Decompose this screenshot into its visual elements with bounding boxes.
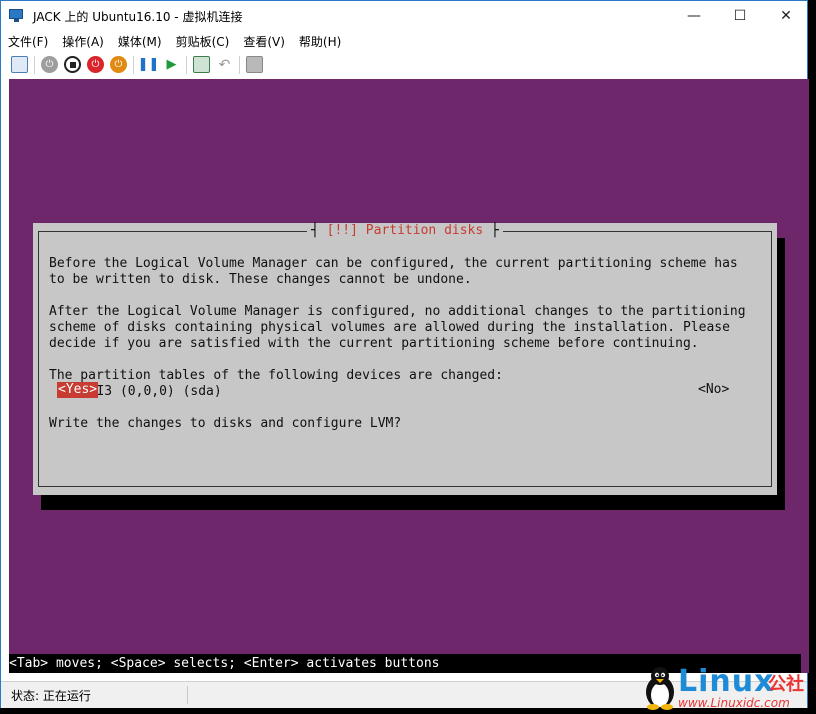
shutdown-icon[interactable]: ⏻ (87, 56, 104, 73)
vm-connection-icon (9, 8, 25, 24)
menu-view[interactable]: 查看(V) (236, 33, 292, 50)
body-text: scheme of disks containing physical volu… (49, 320, 730, 335)
reset-icon[interactable]: ▶ (163, 56, 180, 73)
body-text: decide if you are satisfied with the cur… (49, 336, 699, 351)
body-text: After the Logical Volume Manager is conf… (49, 304, 746, 319)
body-text: to be written to disk. These changes can… (49, 272, 472, 287)
window-title: JACK 上的 Ubuntu16.10 - 虚拟机连接 (33, 9, 243, 24)
penguin-icon (646, 667, 674, 710)
save-icon[interactable]: ⏻ (110, 56, 127, 73)
watermark-logo: Linux 公社 www.Linuxidc.com (642, 664, 814, 712)
menu-bar: 文件(F) 操作(A) 媒体(M) 剪贴板(C) 查看(V) 帮助(H) (1, 31, 807, 51)
menu-file[interactable]: 文件(F) (1, 33, 55, 50)
checkpoint-icon[interactable] (193, 56, 210, 73)
toolbar-separator (239, 55, 240, 74)
status-divider (187, 686, 188, 704)
toolbar: ⏻ ⏻ ⏻ ❚❚ ▶ ↶ (1, 51, 807, 78)
logo-cn: 公社 (768, 674, 804, 695)
pause-icon[interactable]: ❚❚ (138, 56, 160, 73)
logo-url: www.Linuxidc.com (678, 696, 790, 710)
turn-off-icon[interactable] (64, 56, 81, 73)
close-button[interactable]: ✕ (763, 1, 809, 31)
title-bar[interactable]: JACK 上的 Ubuntu16.10 - 虚拟机连接 — ☐ ✕ (1, 1, 807, 31)
keyboard-hint: <Tab> moves; <Space> selects; <Enter> ac… (9, 656, 440, 671)
body-text: The partition tables of the following de… (49, 368, 503, 383)
minimize-button[interactable]: — (671, 1, 717, 31)
logo-text: Linux (678, 664, 775, 699)
ctrl-alt-del-icon[interactable] (11, 56, 28, 73)
menu-action[interactable]: 操作(A) (55, 33, 111, 50)
start-icon[interactable]: ⏻ (41, 56, 58, 73)
enhanced-session-icon[interactable] (246, 56, 263, 73)
maximize-button[interactable]: ☐ (717, 1, 763, 31)
menu-media[interactable]: 媒体(M) (111, 33, 169, 50)
menu-help[interactable]: 帮助(H) (292, 33, 348, 50)
revert-icon[interactable]: ↶ (216, 56, 233, 73)
yes-button[interactable]: <Yes> (57, 382, 99, 398)
partition-dialog: ┤ [!!] Partition disks ├ Before the Logi… (33, 223, 777, 495)
toolbar-separator (133, 55, 134, 74)
toolbar-separator (34, 55, 35, 74)
dialog-title: ┤ [!!] Partition disks ├ (307, 223, 503, 238)
status-text: 状态: 正在运行 (11, 688, 91, 703)
body-text: Before the Logical Volume Manager can be… (49, 256, 738, 271)
vm-screen[interactable]: ┤ [!!] Partition disks ├ Before the Logi… (9, 79, 809, 673)
question-text: Write the changes to disks and configure… (49, 416, 402, 431)
menu-clipboard[interactable]: 剪贴板(C) (169, 33, 237, 50)
no-button[interactable]: <No> (698, 382, 729, 398)
vm-connection-window: JACK 上的 Ubuntu16.10 - 虚拟机连接 — ☐ ✕ 文件(F) … (0, 0, 809, 708)
toolbar-separator (186, 55, 187, 74)
